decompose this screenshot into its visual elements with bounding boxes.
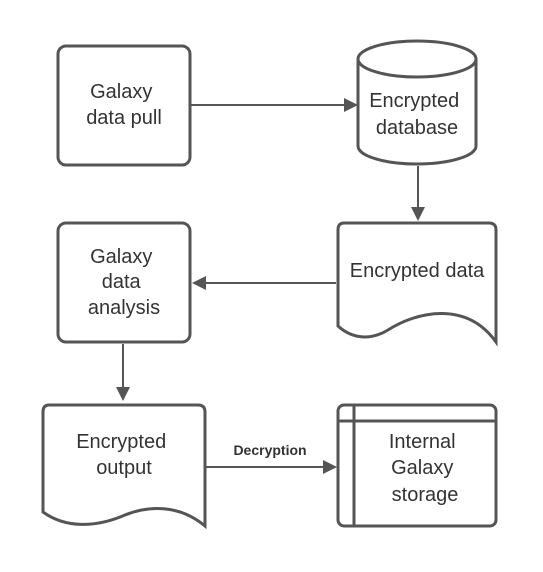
node-label-line: Galaxy [90,81,152,103]
document-shape [336,221,498,347]
node-internal-galaxy-storage: Internal Galaxy storage [336,403,498,528]
node-label-line: output [96,457,152,479]
arrowhead-icon [116,387,130,401]
arrowhead-icon [344,98,358,112]
node-label-line: Encrypted data [350,260,485,282]
flowchart-diagram: Decryption Galaxy data pull Encrypted da… [41,39,498,530]
node-label-line: database [376,117,458,139]
arrowhead-icon [323,460,337,474]
node-label-line: Internal [389,431,456,453]
edge-label-decryption: Decryption [233,442,306,458]
node-label-line: storage [392,484,459,506]
node-label-line: Galaxy [391,457,453,479]
node-encrypted-database: Encrypted database [356,39,478,166]
node-encrypted-output: Encrypted output [41,403,207,530]
node-label-line: data [102,271,142,293]
node-label-line: data pull [86,107,162,129]
node-galaxy-data-analysis: Galaxy data analysis [56,221,192,344]
node-label-line: Encrypted [76,431,166,453]
node-encrypted-data: Encrypted data [336,221,498,347]
node-galaxy-data-pull: Galaxy data pull [56,44,192,167]
arrowhead-icon [192,276,206,290]
node-label-line: Galaxy [90,246,152,268]
arrowhead-icon [411,207,425,221]
node-label-line: analysis [88,297,160,319]
rounded-rectangle-shape [56,44,192,167]
node-label: Encrypted data [350,260,485,282]
node-label: Internal Galaxy storage [389,431,461,506]
node-label-line: Encrypted [369,90,459,112]
